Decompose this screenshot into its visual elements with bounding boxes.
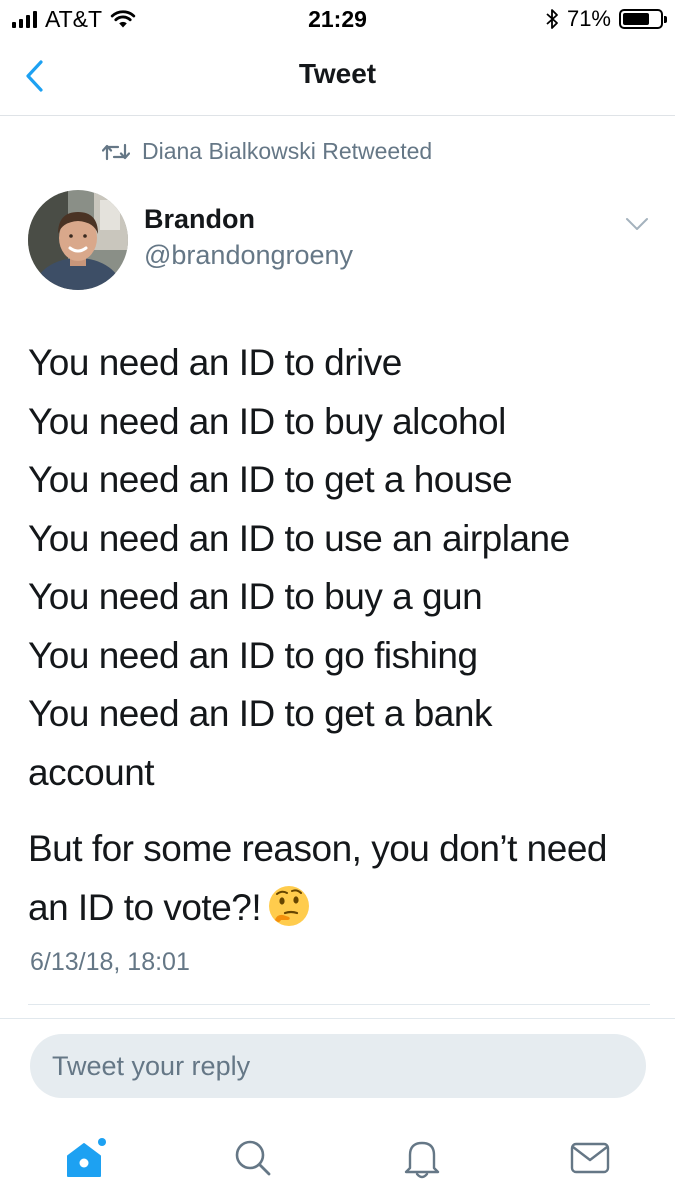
home-icon xyxy=(67,1138,106,1177)
tweet-text: You need an ID to drive You need an ID t… xyxy=(28,334,653,802)
tab-home[interactable] xyxy=(58,1130,114,1186)
tweet-menu-button[interactable] xyxy=(622,212,652,236)
search-icon xyxy=(235,1140,271,1176)
battery-level-fill xyxy=(623,13,649,25)
retweet-icon xyxy=(102,143,130,160)
tweet-paragraph: But for some reason, you don’t need an I… xyxy=(28,820,653,937)
chevron-down-icon xyxy=(626,218,648,230)
tweet-line: You need an ID to get a bank account xyxy=(28,693,492,793)
tweet-line: You need an ID to get a house xyxy=(28,459,513,500)
author-name[interactable]: Brandon xyxy=(144,204,255,235)
avatar[interactable] xyxy=(28,190,128,290)
tweet-timestamp: 6/13/18, 18:01 xyxy=(30,948,190,976)
notifications-icon xyxy=(404,1141,440,1179)
messages-icon xyxy=(570,1142,610,1174)
divider xyxy=(0,1018,675,1019)
tab-bar xyxy=(0,1110,675,1200)
tab-messages[interactable] xyxy=(562,1130,618,1186)
tab-notifications[interactable] xyxy=(394,1130,450,1186)
tweet-detail-screen: AT&T 21:29 71% Tweet Diana Bialkowski Re… xyxy=(0,0,675,1200)
page-title: Tweet xyxy=(298,58,377,89)
navigation-bar: Tweet xyxy=(0,40,675,116)
tweet-line: You need an ID to buy a gun xyxy=(28,576,483,617)
tweet-paragraph-text: But for some reason, you don’t need an I… xyxy=(28,828,607,928)
thinking-face-emoji-icon xyxy=(269,885,310,926)
battery-percent: 71% xyxy=(566,6,611,31)
status-right: 71% xyxy=(545,6,667,32)
divider xyxy=(28,1004,650,1005)
status-bar: AT&T 21:29 71% xyxy=(0,0,675,40)
retweet-context[interactable]: Diana Bialkowski Retweeted xyxy=(102,138,432,165)
tweet-line: You need an ID to use an airplane xyxy=(28,517,570,559)
battery-nub xyxy=(664,16,667,23)
reply-input[interactable] xyxy=(30,1034,646,1098)
retweet-context-label: Diana Bialkowski Retweeted xyxy=(142,138,433,164)
author-handle[interactable]: @brandongroeny xyxy=(144,240,353,271)
tab-search[interactable] xyxy=(225,1130,281,1186)
tweet-line: You need an ID to buy alcohol xyxy=(28,400,506,442)
battery-icon xyxy=(619,9,667,29)
tweet-line: You need an ID to drive xyxy=(28,342,402,383)
tweet-line: You need an ID to go fishing xyxy=(28,634,478,676)
avatar-photo xyxy=(28,190,128,290)
bluetooth-icon xyxy=(546,9,558,29)
